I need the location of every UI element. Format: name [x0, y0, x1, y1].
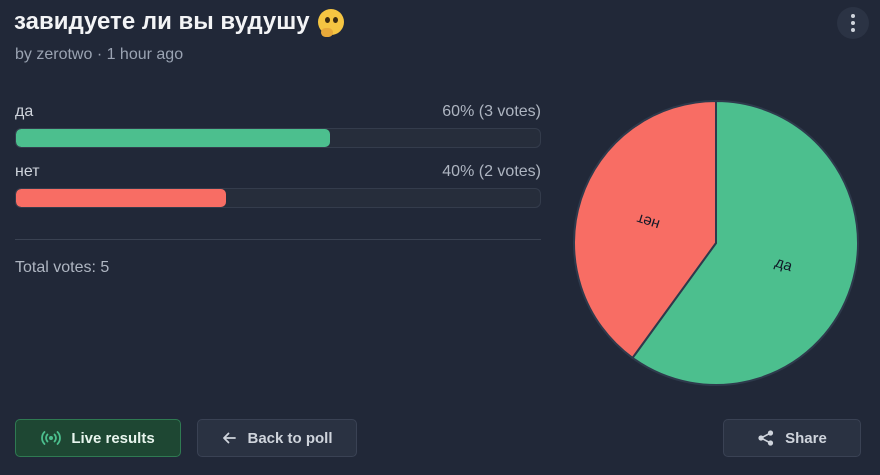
results-pie-chart: данет [573, 99, 859, 386]
progress-track [15, 188, 541, 208]
progress-fill [16, 129, 331, 147]
option-label: да [15, 103, 34, 120]
option-label: нет [15, 163, 40, 180]
share-label: Share [785, 429, 827, 447]
back-to-poll-label: Back to poll [247, 429, 333, 447]
live-results-label: Live results [71, 429, 155, 447]
more-options-icon[interactable] [837, 7, 869, 39]
arrow-left-icon [223, 432, 237, 444]
total-votes: Total votes: 5 [15, 259, 110, 276]
progress-track [15, 128, 541, 148]
poll-meta: by zerotwo · 1 hour ago [15, 46, 184, 63]
share-icon [758, 430, 774, 446]
back-to-poll-button[interactable]: Back to poll [197, 419, 357, 457]
result-option: нет 40% (2 votes) [15, 161, 541, 221]
progress-fill [16, 189, 226, 207]
option-stat: 60% (3 votes) [442, 103, 541, 120]
poll-title-text: завидуете ли вы вудушу [14, 8, 310, 35]
results-list: да 60% (3 votes) нет 40% (2 votes) [15, 101, 541, 221]
result-option: да 60% (3 votes) [15, 101, 541, 161]
broadcast-icon [41, 431, 62, 445]
thinking-face-icon [317, 9, 344, 37]
divider [15, 239, 541, 240]
share-button[interactable]: Share [723, 419, 861, 457]
option-stat: 40% (2 votes) [442, 163, 541, 180]
poll-title: завидуете ли вы вудушу [14, 8, 344, 37]
live-results-button[interactable]: Live results [15, 419, 181, 457]
